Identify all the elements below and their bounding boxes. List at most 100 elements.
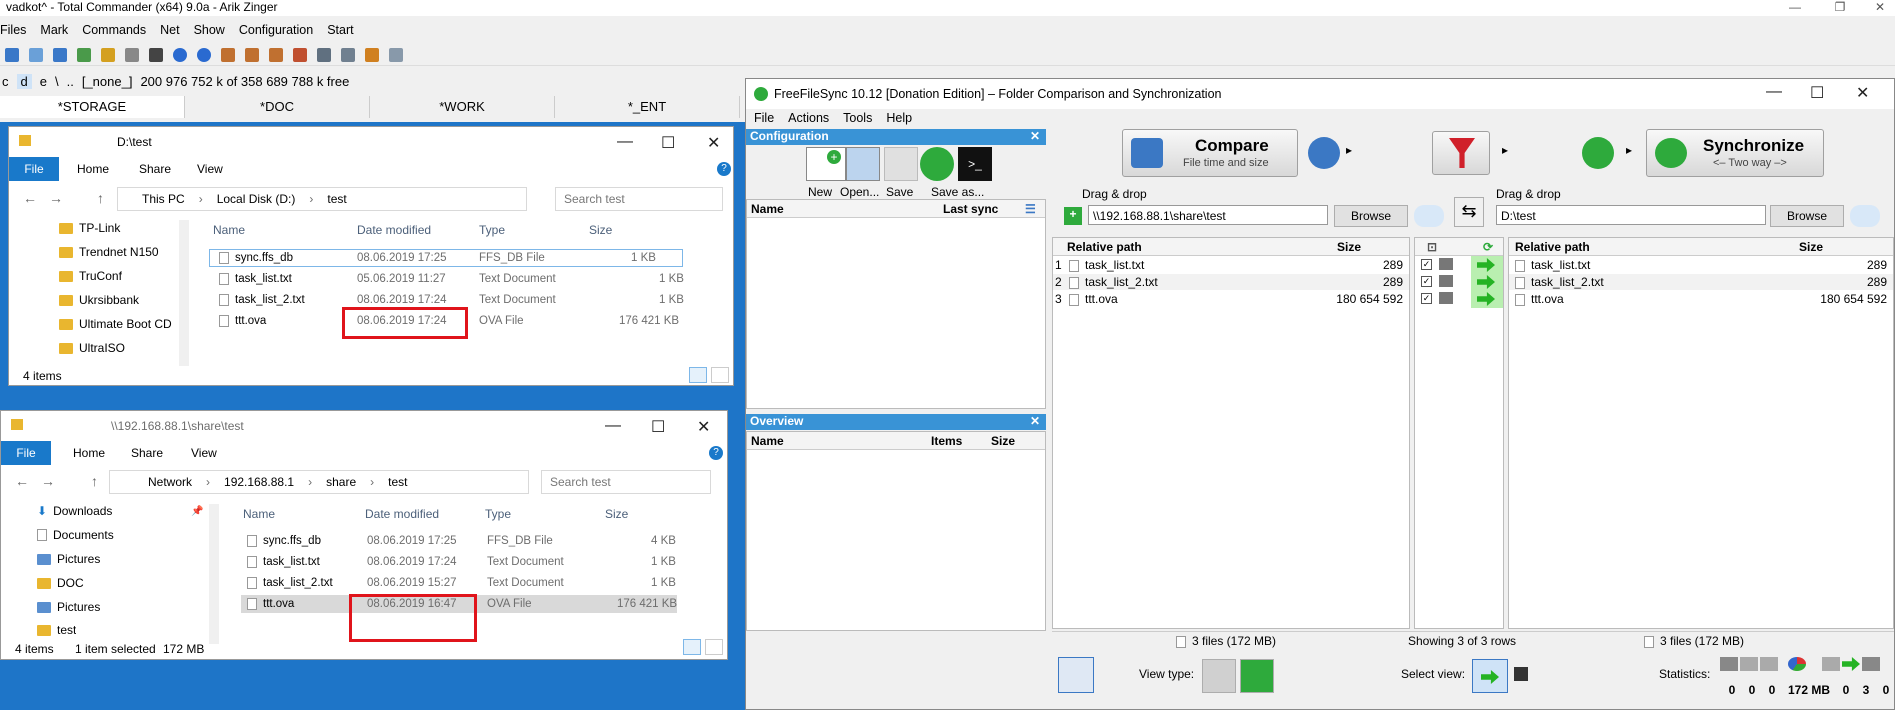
col-name[interactable]: Name <box>243 507 275 521</box>
ribbon-file-tab[interactable]: File <box>9 157 59 181</box>
config-panel-toggle-icon[interactable] <box>1058 657 1094 693</box>
col-relative-path[interactable]: Relative path <box>1515 240 1590 254</box>
close-panel-icon[interactable]: ✕ <box>1030 414 1040 428</box>
save-as-batch-icon[interactable] <box>920 147 954 181</box>
notepad-icon[interactable] <box>389 47 403 62</box>
col-size[interactable]: Size <box>1337 240 1361 254</box>
drive-e[interactable]: e <box>40 74 47 89</box>
grid-row[interactable]: task_list.txt <box>1515 258 1590 272</box>
details-view-icon[interactable] <box>683 639 701 655</box>
grid-row[interactable]: ttt.ova <box>1515 292 1564 306</box>
tree-item[interactable]: Pictures <box>37 552 100 566</box>
menu-configuration[interactable]: Configuration <box>239 23 313 37</box>
tree-scrollbar[interactable] <box>179 220 189 366</box>
drive-d[interactable]: d <box>16 73 32 89</box>
tree-item[interactable]: TP-Link <box>59 221 120 235</box>
tab-work[interactable]: *WORK <box>370 96 555 118</box>
pack-icon[interactable] <box>221 47 235 62</box>
tree-item[interactable]: Ukrsibbank <box>59 293 139 307</box>
col-type[interactable]: Type <box>485 507 511 521</box>
close-icon[interactable]: ✕ <box>697 417 710 437</box>
col-size[interactable]: Size <box>1799 240 1823 254</box>
ribbon-view-tab[interactable]: View <box>197 162 223 176</box>
tree-item[interactable]: Pictures <box>37 600 100 614</box>
up-icon[interactable]: ↑ <box>97 190 104 206</box>
tree-item[interactable]: UltraISO <box>59 341 125 355</box>
col-items[interactable]: Items <box>931 434 962 448</box>
minimize-icon[interactable]: — <box>617 133 633 151</box>
sync-settings-icon[interactable] <box>1582 137 1614 169</box>
left-file-grid[interactable]: Relative path Size 1 task_list.txt 289 2… <box>1052 237 1410 629</box>
breadcrumb-test[interactable]: test <box>327 192 346 206</box>
help-icon[interactable]: ? <box>709 446 723 460</box>
middle-action-grid[interactable]: ⊡ ⟳ ✓ ✓ ✓ <box>1414 237 1504 629</box>
tree-item[interactable]: ⬇ Downloads <box>37 504 112 518</box>
ribbon-file-tab[interactable]: File <box>1 441 51 465</box>
root-button[interactable]: \ <box>55 74 59 89</box>
restore-icon[interactable]: ❐ <box>1820 0 1860 14</box>
thumbnails-icon[interactable] <box>77 47 91 62</box>
minimize-icon[interactable]: — <box>1775 0 1815 14</box>
category-icon[interactable]: ⊡ <box>1427 240 1437 254</box>
tree-item[interactable]: TruConf <box>59 269 122 283</box>
right-browse-button[interactable]: Browse <box>1770 205 1844 227</box>
checkbox[interactable]: ✓ <box>1421 293 1432 304</box>
breadcrumb-this-pc[interactable]: This PC <box>142 192 185 206</box>
list-options-icon[interactable]: ☰ <box>1025 202 1036 216</box>
multi-rename-icon[interactable] <box>341 47 355 62</box>
breadcrumb-host[interactable]: 192.168.88.1 <box>224 475 294 489</box>
save-as-label[interactable]: Save as... <box>931 185 984 199</box>
drive-c[interactable]: c <box>2 74 9 89</box>
address-bar[interactable]: Network › 192.168.88.1 › share › test <box>109 470 529 494</box>
right-file-grid[interactable]: Relative path Size task_list.txt 289 tas… <box>1508 237 1894 629</box>
col-size[interactable]: Size <box>991 434 1015 448</box>
ribbon-home-tab[interactable]: Home <box>77 162 109 176</box>
action-icon[interactable]: ⟳ <box>1483 240 1493 254</box>
menu-actions[interactable]: Actions <box>788 111 829 125</box>
sync-dirs-icon[interactable] <box>293 47 307 62</box>
ftp-icon[interactable] <box>365 47 379 62</box>
col-name[interactable]: Name <box>751 434 784 448</box>
ribbon-home-tab[interactable]: Home <box>73 446 105 460</box>
menu-show[interactable]: Show <box>194 23 225 37</box>
add-pair-icon[interactable]: + <box>1064 207 1082 225</box>
col-date[interactable]: Date modified <box>365 507 439 521</box>
menu-file[interactable]: File <box>754 111 774 125</box>
breadcrumb-network[interactable]: Network <box>148 475 192 489</box>
maximize-icon[interactable]: ☐ <box>661 133 675 153</box>
search-icon[interactable] <box>317 47 331 62</box>
maximize-icon[interactable]: ☐ <box>651 417 665 437</box>
up-icon[interactable]: ↑ <box>91 473 98 489</box>
col-name[interactable]: Name <box>751 202 784 216</box>
ribbon-share-tab[interactable]: Share <box>131 446 163 460</box>
tab-ent[interactable]: *_ENT <box>555 96 740 118</box>
tree-item[interactable]: Trendnet N150 <box>59 245 159 259</box>
brief-view-icon[interactable] <box>29 47 43 62</box>
menu-commands[interactable]: Commands <box>82 23 146 37</box>
chevron-right-icon[interactable]: ▸ <box>1346 143 1352 157</box>
minimize-icon[interactable]: — <box>605 417 621 435</box>
compare-button[interactable]: Compare File time and size <box>1122 129 1298 177</box>
left-browse-button[interactable]: Browse <box>1334 205 1408 227</box>
cloud-icon[interactable] <box>1414 205 1444 227</box>
back-icon[interactable]: ← <box>23 190 37 206</box>
unpack-icon[interactable] <box>245 47 259 62</box>
col-last-sync[interactable]: Last sync <box>943 202 998 216</box>
breadcrumb-test[interactable]: test <box>388 475 407 489</box>
back-icon[interactable] <box>173 47 187 62</box>
refresh-icon[interactable] <box>5 47 19 62</box>
close-panel-icon[interactable]: ✕ <box>1030 129 1040 143</box>
col-type[interactable]: Type <box>479 223 505 237</box>
help-icon[interactable]: ? <box>717 162 731 176</box>
tab-storage[interactable]: *STORAGE <box>0 96 185 118</box>
new-label[interactable]: New <box>808 185 832 199</box>
open-config-icon[interactable] <box>846 147 880 181</box>
minimize-icon[interactable]: — <box>1766 83 1782 101</box>
save-as-batch-job-icon[interactable]: >_ <box>958 147 992 181</box>
grid-row[interactable]: task_list.txt <box>1069 258 1144 272</box>
compare-icon[interactable] <box>269 47 283 62</box>
tree-scrollbar[interactable] <box>209 504 219 644</box>
open-label[interactable]: Open... <box>840 185 879 199</box>
chevron-right-icon[interactable]: ▸ <box>1626 143 1632 157</box>
details-view-icon[interactable] <box>689 367 707 383</box>
